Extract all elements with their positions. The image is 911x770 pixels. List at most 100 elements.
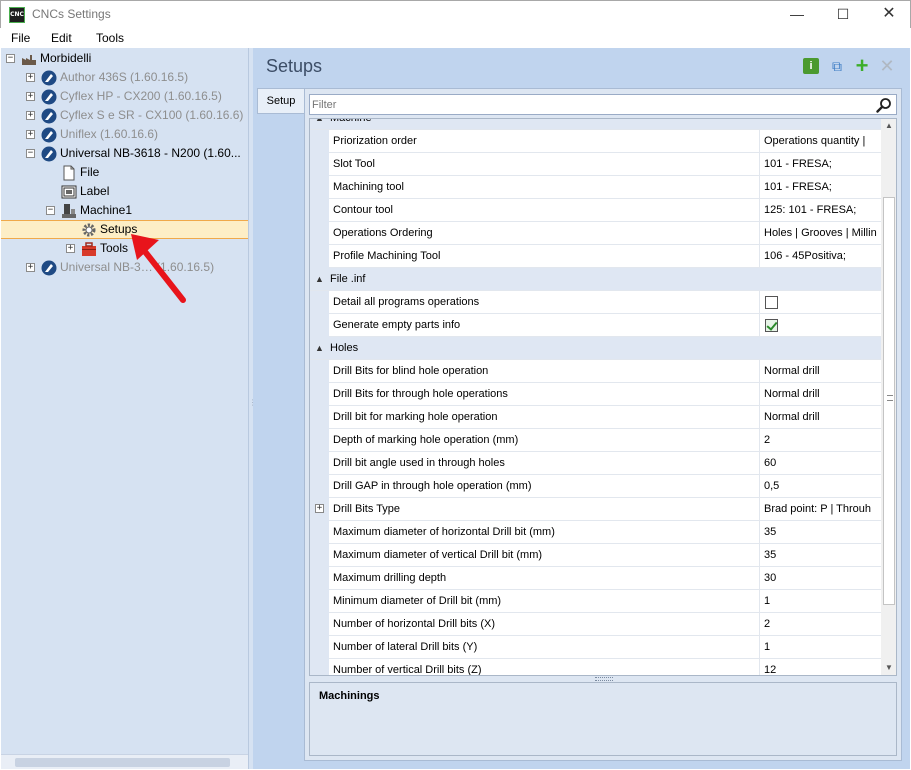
property-value[interactable]: Normal drill	[761, 360, 881, 383]
category-holes[interactable]: ▲ Holes	[310, 337, 881, 360]
expand-icon[interactable]: +	[26, 263, 35, 272]
scrollbar-thumb[interactable]	[15, 758, 230, 767]
expand-icon[interactable]: +	[315, 504, 324, 513]
property-value[interactable]: 30	[761, 567, 881, 590]
property-value[interactable]: 12	[761, 659, 881, 675]
description-splitter[interactable]	[309, 677, 897, 681]
copy-button[interactable]: ⧉	[829, 58, 845, 74]
description-title: Machinings	[319, 690, 380, 702]
property-row[interactable]: Number of vertical Drill bits (Z) 12	[310, 659, 881, 675]
property-row[interactable]: Profile Machining Tool 106 - 45Positiva;	[310, 245, 881, 268]
menu-tools[interactable]: Tools	[96, 31, 124, 45]
scroll-up-icon[interactable]: ▲	[881, 119, 896, 133]
property-value[interactable]: Brad point: P | Throuh	[761, 498, 881, 521]
tree-item-universal-nb-other[interactable]: + Universal NB-3… (1.60.16.5)	[1, 258, 248, 277]
expand-icon[interactable]: +	[66, 244, 75, 253]
menu-edit[interactable]: Edit	[51, 31, 72, 45]
collapse-arrow-icon[interactable]: ▲	[315, 119, 324, 123]
collapse-icon[interactable]: −	[6, 54, 15, 63]
property-row[interactable]: Maximum diameter of vertical Drill bit (…	[310, 544, 881, 567]
menu-file[interactable]: File	[11, 31, 30, 45]
expand-icon[interactable]: +	[26, 92, 35, 101]
property-name: Drill bit angle used in through holes	[330, 452, 760, 475]
property-value[interactable]: Normal drill	[761, 406, 881, 429]
property-row[interactable]: Number of horizontal Drill bits (X) 2	[310, 613, 881, 636]
property-value[interactable]: 35	[761, 521, 881, 544]
tree-item-label[interactable]: Label	[1, 182, 248, 201]
property-row[interactable]: Drill Bits for through hole operations N…	[310, 383, 881, 406]
property-value[interactable]: Normal drill	[761, 383, 881, 406]
maximize-button[interactable]: ☐	[820, 1, 866, 29]
category-file-inf[interactable]: ▲ File .inf	[310, 268, 881, 291]
tree-item-file[interactable]: File	[1, 163, 248, 182]
splitter-grip-icon[interactable]	[595, 677, 613, 681]
property-row[interactable]: Contour tool 125: 101 - FRESA;	[310, 199, 881, 222]
property-value[interactable]: 0,5	[761, 475, 881, 498]
tree-item-machine1[interactable]: − Machine1	[1, 201, 248, 220]
checkbox-generate-empty[interactable]	[765, 319, 778, 332]
property-value[interactable]: 106 - 45Positiva;	[761, 245, 881, 268]
property-row[interactable]: Maximum drilling depth 30	[310, 567, 881, 590]
collapse-icon[interactable]: −	[26, 149, 35, 158]
tree-item-tools[interactable]: + Tools	[1, 239, 248, 258]
tree-item-root[interactable]: − Morbidelli	[1, 49, 248, 68]
property-row[interactable]: Number of lateral Drill bits (Y) 1	[310, 636, 881, 659]
category-machine[interactable]: ▲ Machine	[310, 119, 881, 130]
property-row[interactable]: Drill bit angle used in through holes 60	[310, 452, 881, 475]
tree-item-author[interactable]: + Author 436S (1.60.16.5)	[1, 68, 248, 87]
property-row[interactable]: Slot Tool 101 - FRESA;	[310, 153, 881, 176]
property-value[interactable]: 2	[761, 613, 881, 636]
info-button[interactable]: i	[803, 58, 819, 74]
property-row[interactable]: Maximum diameter of horizontal Drill bit…	[310, 521, 881, 544]
tree-horizontal-scrollbar[interactable]	[1, 754, 248, 769]
property-row[interactable]: Drill GAP in through hole operation (mm)…	[310, 475, 881, 498]
row-margin	[310, 222, 329, 245]
property-row[interactable]: Operations Ordering Holes | Grooves | Mi…	[310, 222, 881, 245]
property-value[interactable]: 1	[761, 590, 881, 613]
tree-item-universal-nb-3618[interactable]: − Universal NB-3618 - N200 (1.60...	[1, 144, 248, 163]
search-icon[interactable]	[876, 97, 892, 113]
grid-vertical-scrollbar[interactable]: ▲ ▼	[881, 119, 896, 675]
close-button[interactable]: ✕	[866, 1, 911, 29]
property-name: Profile Machining Tool	[330, 245, 760, 268]
tree-item-cyflex-hp[interactable]: + Cyflex HP - CX200 (1.60.16.5)	[1, 87, 248, 106]
collapse-arrow-icon[interactable]: ▲	[315, 274, 324, 284]
tree-item-cyflex-s[interactable]: + Cyflex S e SR - CX100 (1.60.16.6)	[1, 106, 248, 125]
filter-input[interactable]	[312, 96, 867, 113]
property-row[interactable]: Priorization order Operations quantity |	[310, 130, 881, 153]
tree-item-setups[interactable]: Setups	[1, 220, 248, 239]
tab-setup[interactable]: Setup	[257, 88, 304, 114]
property-value[interactable]: 101 - FRESA;	[761, 153, 881, 176]
property-row[interactable]: Machining tool 101 - FRESA;	[310, 176, 881, 199]
property-row[interactable]: Minimum diameter of Drill bit (mm) 1	[310, 590, 881, 613]
property-value[interactable]: 35	[761, 544, 881, 567]
category-label: File .inf	[330, 273, 366, 285]
property-value[interactable]: Operations quantity |	[761, 130, 881, 153]
property-value[interactable]: 101 - FRESA;	[761, 176, 881, 199]
property-value[interactable]: Holes | Grooves | Millin	[761, 222, 881, 245]
delete-button[interactable]: ✕	[879, 57, 895, 75]
add-button[interactable]: +	[854, 55, 870, 77]
collapse-icon[interactable]: −	[46, 206, 55, 215]
property-value[interactable]: 1	[761, 636, 881, 659]
property-row[interactable]: Drill Bits for blind hole operation Norm…	[310, 360, 881, 383]
tree-label: Label	[80, 184, 110, 198]
minimize-button[interactable]: —	[774, 1, 820, 29]
collapse-arrow-icon[interactable]: ▲	[315, 343, 324, 353]
checkbox-detail-all[interactable]	[765, 296, 778, 309]
scroll-down-icon[interactable]: ▼	[881, 661, 896, 675]
property-row[interactable]: Generate empty parts info	[310, 314, 881, 337]
property-row[interactable]: Depth of marking hole operation (mm) 2	[310, 429, 881, 452]
property-value[interactable]: 125: 101 - FRESA;	[761, 199, 881, 222]
tree-item-uniflex[interactable]: + Uniflex (1.60.16.6)	[1, 125, 248, 144]
property-row[interactable]: + Drill Bits Type Brad point: P | Throuh	[310, 498, 881, 521]
expand-icon[interactable]: +	[26, 130, 35, 139]
property-value[interactable]: 2	[761, 429, 881, 452]
property-row[interactable]: Drill bit for marking hole operation Nor…	[310, 406, 881, 429]
factory-icon	[22, 55, 36, 65]
expand-icon[interactable]: +	[26, 73, 35, 82]
expand-icon[interactable]: +	[26, 111, 35, 120]
property-row[interactable]: Detail all programs operations	[310, 291, 881, 314]
scrollbar-thumb[interactable]	[883, 197, 895, 605]
property-value[interactable]: 60	[761, 452, 881, 475]
